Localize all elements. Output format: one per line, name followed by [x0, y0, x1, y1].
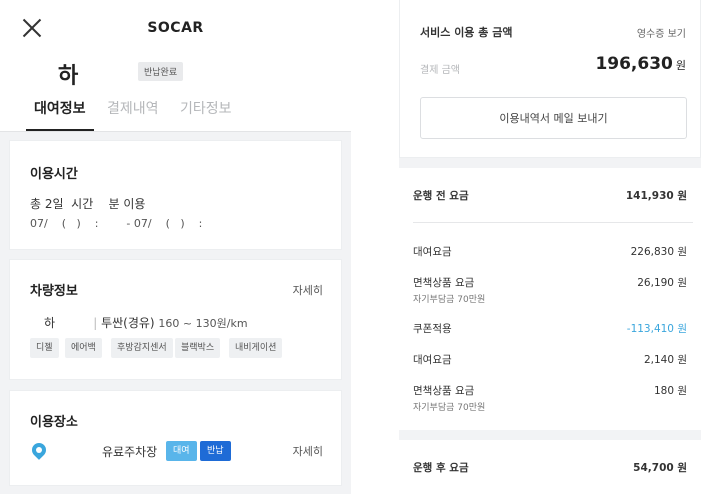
option-chip: 디젤 [30, 338, 59, 358]
total-amount-section: 서비스 이용 총 금액 영수증 보기 결제 금액 196,630 원 이용내역서 … [399, 0, 701, 158]
insurance-fee-value: 180 원 [653, 385, 687, 397]
vehicle-info-card: 차량정보 자세히 하 | 투싼(경유) 160 ~ 130원/km 디젤 에어백… [9, 259, 342, 380]
rental-fee-label: 대여요금 [413, 354, 452, 366]
insurance-fee-value: 26,190 원 [637, 277, 687, 289]
post-drive-section: 운행 후 요금 54,700 원 [399, 440, 701, 494]
rental-fee-label: 대여요금 [413, 246, 452, 258]
vehicle-info-title: 차량정보 [30, 284, 78, 299]
vehicle-price-per-km: 160 ~ 130원/km [158, 317, 248, 330]
usage-place-card: 이용장소 유료주차장 대여 반납 자세히 [9, 390, 342, 486]
location-pin-icon [29, 440, 49, 460]
option-chip: 블랙박스 [175, 338, 221, 358]
section-gap [399, 158, 701, 168]
pre-drive-fee-value: 141,930 원 [625, 190, 687, 202]
rental-header: SOCAR 하 반납완료 대여정보 결제내역 기타정보 [0, 0, 351, 132]
receipt-link[interactable]: 영수증 보기 [637, 25, 686, 40]
tab-bar: 대여정보 결제내역 기타정보 [0, 96, 351, 132]
rental-detail-pane: SOCAR 하 반납완료 대여정보 결제내역 기타정보 이용시간 총 2일 시간… [0, 0, 351, 494]
insurance-fee-label: 면책상품 요금 [413, 277, 475, 289]
total-amount-title: 서비스 이용 총 금액 [420, 26, 513, 39]
send-statement-email-button[interactable]: 이용내역서 메일 보내기 [420, 97, 687, 139]
vehicle-summary: 하 | 투싼(경유) 160 ~ 130원/km [44, 314, 248, 331]
car-plate-title: 하 [58, 64, 79, 89]
vehicle-detail-link[interactable]: 자세히 [293, 282, 323, 298]
app-brand: SOCAR [147, 20, 204, 36]
rent-location-badge[interactable]: 대여 [166, 441, 197, 461]
pay-amount-unit: 원 [675, 59, 686, 72]
insurance-fee-label: 면책상품 요금 [413, 385, 475, 397]
status-badge: 반납완료 [138, 62, 184, 81]
usage-time-card: 이용시간 총 2일 시간 분 이용 07/ ( ) : - 07/ ( ) : [9, 140, 342, 250]
option-chip: 후방감지센서 [111, 338, 173, 358]
rental-fee-value: 226,830 원 [630, 246, 687, 258]
coupon-label: 쿠폰적용 [413, 323, 452, 335]
section-gap [399, 430, 701, 440]
payment-detail-pane: 서비스 이용 총 금액 영수증 보기 결제 금액 196,630 원 이용내역서 … [351, 0, 701, 494]
insurance-deductible: 자기부담금 70만원 [413, 403, 486, 413]
insurance-deductible: 자기부담금 70만원 [413, 295, 486, 305]
option-chip: 에어백 [65, 338, 102, 358]
pay-amount-label: 결제 금액 [420, 65, 460, 76]
return-location-badge[interactable]: 반납 [200, 441, 231, 461]
place-detail-link[interactable]: 자세히 [293, 443, 323, 459]
usage-place-title: 이용장소 [30, 415, 78, 430]
coupon-value: -113,410 원 [626, 323, 687, 335]
active-tab-indicator [26, 129, 94, 131]
parking-lot-name: 유료주차장 [102, 445, 158, 459]
fare-breakdown: 운행 전 요금 141,930 원 대여요금 226,830 원 면책상품 요금… [399, 168, 701, 430]
pay-amount-value: 196,630 [595, 54, 673, 74]
tab-other-info[interactable]: 기타정보 [180, 98, 232, 118]
tab-payment-history[interactable]: 결제내역 [107, 98, 159, 118]
vehicle-model: 투싼(경유) [101, 316, 155, 330]
separator: | [55, 316, 102, 330]
usage-duration: 총 2일 시간 분 이용 [30, 197, 146, 211]
post-drive-fee-value: 54,700 원 [633, 462, 687, 474]
pay-amount: 196,630 원 [595, 54, 686, 74]
option-chip: 내비게이션 [229, 338, 283, 358]
usage-period: 07/ ( ) : - 07/ ( ) : [30, 217, 203, 230]
rental-fee-value: 2,140 원 [643, 354, 687, 366]
usage-time-title: 이용시간 [30, 167, 78, 182]
vehicle-plate: 하 [44, 316, 56, 330]
tab-rental-info[interactable]: 대여정보 [34, 98, 86, 118]
post-drive-fee-label: 운행 후 요금 [413, 462, 469, 474]
divider [413, 222, 693, 223]
pre-drive-fee-label: 운행 전 요금 [413, 190, 469, 202]
